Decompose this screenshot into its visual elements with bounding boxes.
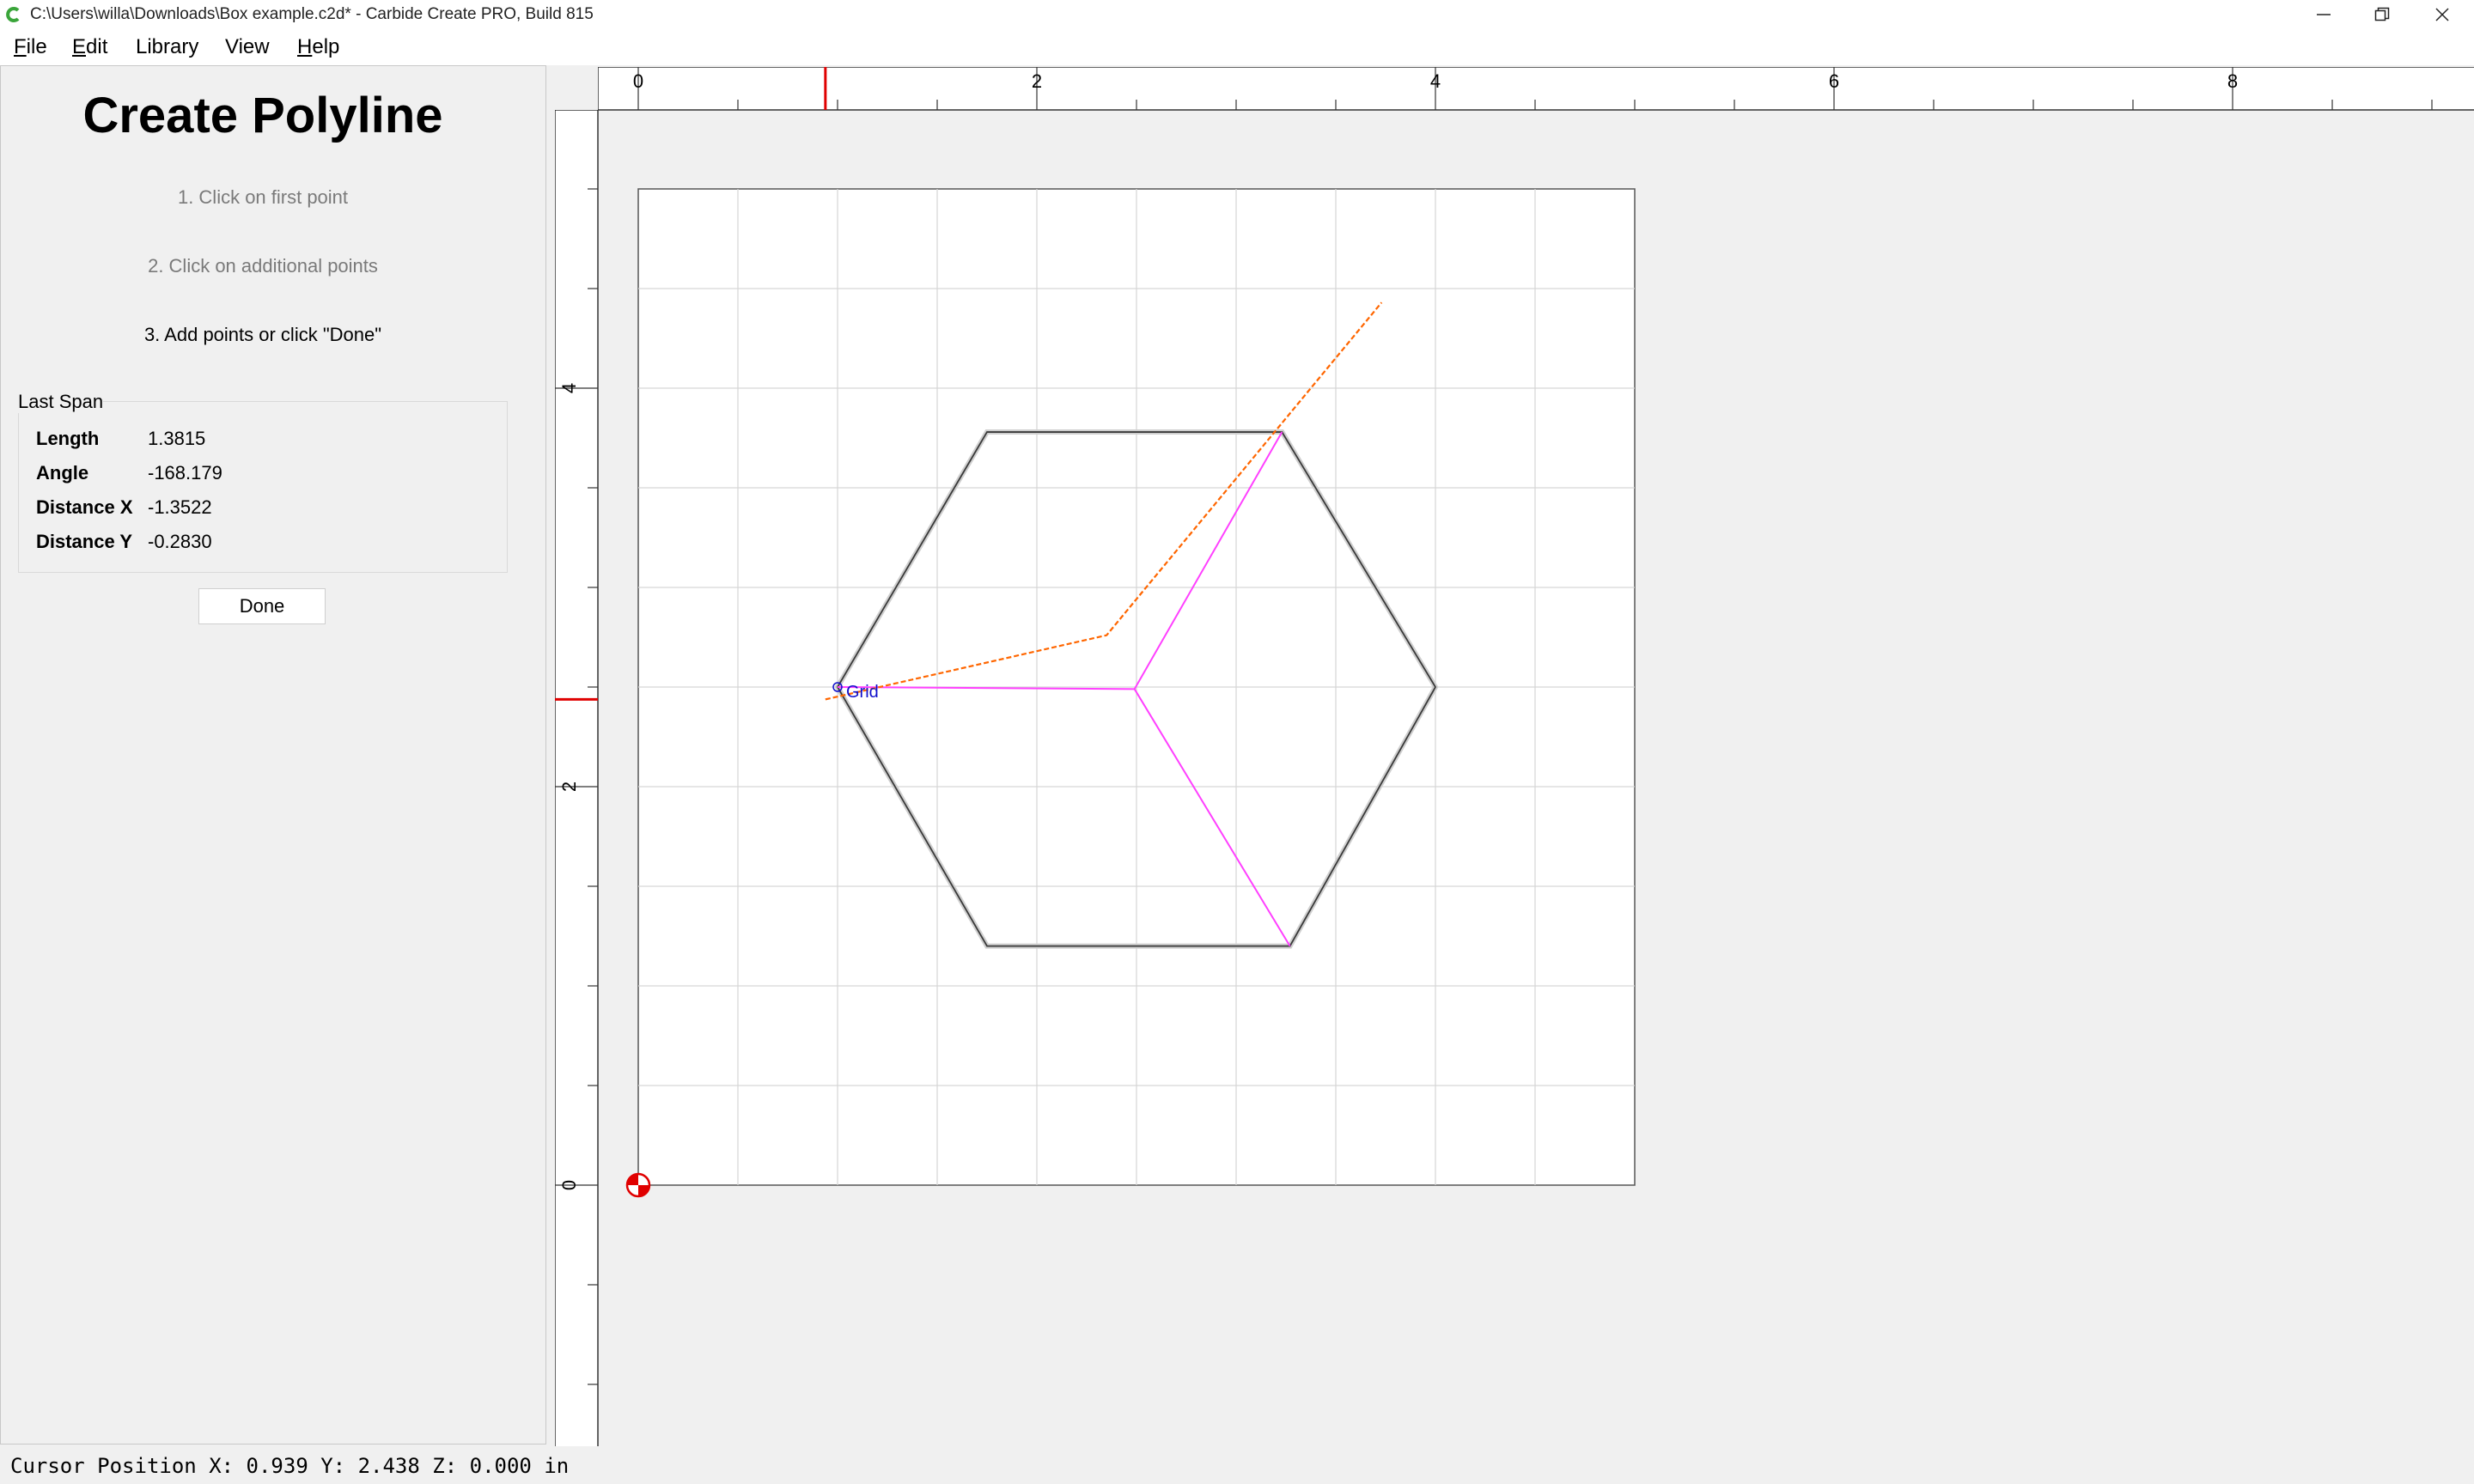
h-ruler-label: 0 (633, 70, 643, 92)
v-ruler-label: 2 (558, 782, 580, 792)
cursor-position: Cursor Position X: 0.939 Y: 2.438 Z: 0.0… (10, 1454, 570, 1478)
panel-title: Create Polyline (82, 88, 443, 143)
h-ruler-label: 8 (2227, 70, 2238, 92)
tool-panel: Create Polyline 1. Click on first point … (0, 65, 546, 1444)
title-bar: C:\Users\willa\Downloads\Box example.c2d… (0, 0, 2474, 29)
done-button[interactable]: Done (198, 588, 326, 624)
length-value: 1.3815 (148, 428, 206, 449)
ruler-corner (555, 67, 598, 110)
step-1: 1. Click on first point (177, 186, 349, 208)
carbide-c-icon (5, 6, 22, 23)
design-canvas[interactable]: 0 2 4 6 8 0 2 4 Grid (554, 66, 2474, 1446)
design-canvas-area[interactable]: 0 2 4 6 8 0 2 4 Grid (554, 66, 2474, 1446)
angle-label: Angle (36, 462, 89, 484)
menu-edit[interactable]: Edit (72, 35, 107, 59)
menu-file[interactable]: File (14, 35, 47, 59)
h-ruler-label: 2 (1032, 70, 1042, 92)
distance-x-value: -1.3522 (148, 496, 212, 518)
horizontal-ruler[interactable] (555, 67, 2474, 110)
window-title: C:\Users\willa\Downloads\Box example.c2d… (30, 5, 594, 23)
v-ruler-label: 4 (558, 383, 580, 393)
step-2: 2. Click on additional points (148, 255, 378, 277)
last-span-title: Last Span (1, 391, 104, 413)
restore-icon (2374, 7, 2390, 21)
minimize-button[interactable] (2294, 0, 2354, 29)
h-ruler-label: 4 (1430, 70, 1441, 92)
status-bar: Cursor Position X: 0.939 Y: 2.438 Z: 0.0… (0, 1446, 2474, 1484)
distance-x-label: Distance X (36, 496, 133, 518)
last-span-group: Length 1.3815 Angle -168.179 Distance X … (18, 401, 508, 573)
snap-label: Grid (846, 683, 879, 702)
vertical-ruler[interactable] (555, 67, 598, 1446)
origin-marker-icon (625, 1172, 651, 1198)
menu-library[interactable]: Library (136, 35, 198, 59)
close-button[interactable] (2412, 0, 2472, 29)
distance-y-value: -0.2830 (148, 531, 212, 552)
menu-view[interactable]: View (225, 35, 270, 59)
h-ruler-label: 6 (1829, 70, 1839, 92)
v-ruler-label: 0 (558, 1180, 580, 1190)
angle-value: -168.179 (148, 462, 222, 484)
minimize-icon (2317, 14, 2331, 15)
restore-button[interactable] (2352, 0, 2412, 29)
close-icon (2435, 8, 2449, 21)
step-3: 3. Add points or click "Done" (143, 324, 382, 345)
menu-bar: File Edit Library View Help (0, 29, 2474, 65)
distance-y-label: Distance Y (36, 531, 133, 552)
length-label: Length (36, 428, 100, 449)
menu-help[interactable]: Help (297, 35, 339, 59)
